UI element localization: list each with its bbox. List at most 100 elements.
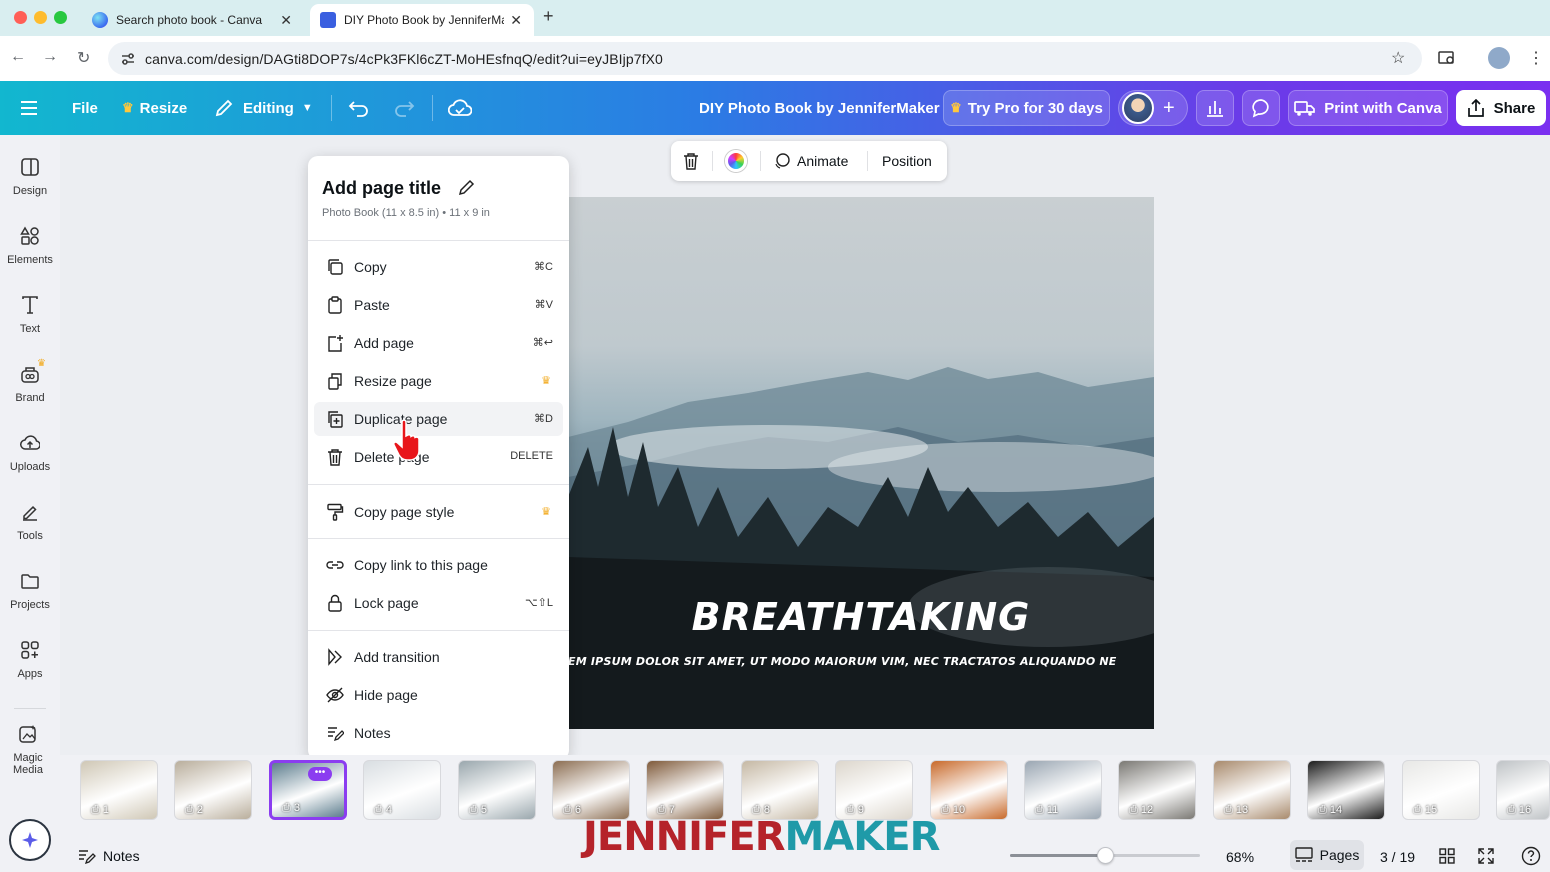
menu-item-resize-page[interactable]: Resize page ♛ <box>314 364 563 398</box>
browser-menu-icon[interactable]: ⋮ <box>1528 48 1544 68</box>
animate-button[interactable]: Animate <box>773 141 848 181</box>
menu-label: Notes <box>354 725 391 741</box>
undo-button[interactable] <box>348 81 370 135</box>
page-thumbnail[interactable]: ⎙ 3 ••• <box>269 760 347 820</box>
close-tab-icon[interactable]: ✕ <box>280 12 292 29</box>
menu-item-paste[interactable]: Paste ⌘V <box>314 288 563 322</box>
sidebar-item-elements[interactable]: Elements <box>0 226 60 266</box>
file-menu-button[interactable]: File <box>72 81 98 135</box>
new-tab-icon[interactable]: + <box>543 6 554 27</box>
comments-button[interactable] <box>1242 90 1280 126</box>
main-menu-button[interactable] <box>20 81 38 135</box>
grid-view-icon[interactable] <box>1439 848 1455 864</box>
sidebar-label: Uploads <box>9 461 51 473</box>
resize-label: Resize <box>139 99 188 117</box>
zoom-slider-track[interactable] <box>1010 847 1200 864</box>
resize-button[interactable]: ♛ Resize <box>122 81 187 135</box>
sidebar-item-projects[interactable]: Projects <box>0 571 60 611</box>
menu-item-add-transition[interactable]: Add transition <box>314 640 563 674</box>
page-thumbnail[interactable]: ⎙ 5 <box>458 760 536 820</box>
page-thumbnail[interactable]: ⎙ 16 <box>1496 760 1550 820</box>
canva-doc-favicon-icon <box>320 12 336 28</box>
menu-item-notes[interactable]: Notes <box>314 716 563 750</box>
menu-item-lock-page[interactable]: Lock page ⌥⇧L <box>314 586 563 620</box>
close-window-dot[interactable] <box>14 11 27 24</box>
page-thumbnail[interactable]: ⎙ 15 <box>1402 760 1480 820</box>
zoom-slider-handle[interactable] <box>1097 847 1115 864</box>
zoom-percentage[interactable]: 68% <box>1226 849 1254 865</box>
add-collaborator-icon[interactable]: + <box>1163 97 1175 120</box>
page-thumbnail[interactable]: ⎙ 1 <box>80 760 158 820</box>
document-title[interactable]: DIY Photo Book by JenniferMaker <box>699 81 940 135</box>
trash-icon[interactable] <box>683 152 699 170</box>
menu-item-add-page[interactable]: Add page ⌘↩ <box>314 326 563 360</box>
divider <box>867 151 868 171</box>
site-settings-icon[interactable] <box>120 51 136 67</box>
magic-assistant-button[interactable] <box>9 819 51 861</box>
fullscreen-icon[interactable] <box>1478 848 1494 864</box>
menu-item-delete-page[interactable]: Delete page DELETE <box>314 440 563 474</box>
pages-view-button[interactable]: Pages <box>1290 840 1364 870</box>
sidebar-item-apps[interactable]: Apps <box>0 640 60 680</box>
minimize-window-dot[interactable] <box>34 11 47 24</box>
canvas-headline-text[interactable]: BREATHTAKING <box>568 595 1154 639</box>
bookmark-star-icon[interactable]: ☆ <box>1391 48 1405 68</box>
canvas-body-text[interactable]: EM IPSUM DOLOR SIT AMET, UT MODO MAIORUM… <box>568 655 1117 668</box>
shortcut-hint: ⌘V <box>534 299 553 311</box>
edit-pencil-icon[interactable] <box>458 178 476 196</box>
try-pro-label: Try Pro for 30 days <box>967 99 1103 117</box>
sidebar-item-magic-media[interactable]: Magic Media <box>0 724 58 776</box>
divider <box>432 95 433 121</box>
insights-button[interactable] <box>1196 90 1234 126</box>
browser-address-bar: ← → ↻ canva.com/design/DAGti8DOP7s/4cPk3… <box>0 36 1550 81</box>
sidebar-item-tools[interactable]: Tools <box>0 502 60 542</box>
page-thumbnail[interactable]: ⎙ 12 <box>1118 760 1196 820</box>
url-field[interactable]: canva.com/design/DAGti8DOP7s/4cPk3FKl6cZ… <box>108 42 1422 75</box>
profile-avatar[interactable] <box>1488 47 1510 69</box>
page-title-field[interactable]: Add page title <box>322 178 476 199</box>
notes-button[interactable]: Notes <box>78 848 140 864</box>
position-button[interactable]: Position <box>882 153 932 169</box>
menu-item-copy-link[interactable]: Copy link to this page <box>314 548 563 582</box>
editing-mode-button[interactable]: Editing ▼ <box>214 81 313 135</box>
page-thumbnail[interactable]: ⎙ 14 <box>1307 760 1385 820</box>
add-page-icon <box>328 335 343 352</box>
tab-search-icon[interactable] <box>1438 50 1456 66</box>
try-pro-button[interactable]: ♛ Try Pro for 30 days <box>943 90 1110 126</box>
print-with-canva-button[interactable]: Print with Canva <box>1288 90 1448 126</box>
page-thumbnail[interactable]: ⎙ 7 <box>646 760 724 820</box>
sidebar-item-design[interactable]: Design <box>0 157 60 197</box>
page-thumbnail[interactable]: ⎙ 8 <box>741 760 819 820</box>
page-thumbnail[interactable]: ⎙ 13 <box>1213 760 1291 820</box>
more-options-icon[interactable]: ••• <box>308 767 332 781</box>
canva-favicon-icon <box>92 12 108 28</box>
sidebar-item-uploads[interactable]: Uploads <box>0 433 60 473</box>
page-thumbnail[interactable]: ⎙ 4 <box>363 760 441 820</box>
share-button[interactable]: Share <box>1456 90 1546 126</box>
design-page-canvas[interactable]: BREATHTAKING EM IPSUM DOLOR SIT AMET, UT… <box>568 197 1154 729</box>
user-avatar[interactable] <box>1122 92 1154 124</box>
reload-icon[interactable]: ↻ <box>77 48 90 68</box>
close-tab-icon[interactable]: ✕ <box>510 12 522 29</box>
forward-arrow-icon[interactable]: → <box>42 48 58 66</box>
redo-button[interactable] <box>393 81 415 135</box>
menu-item-duplicate-page[interactable]: Duplicate page ⌘D <box>314 402 563 436</box>
sidebar-item-text[interactable]: Text <box>0 295 60 335</box>
sidebar-item-brand[interactable]: ♛ Brand <box>0 358 60 404</box>
page-thumbnail[interactable]: ⎙ 2 <box>174 760 252 820</box>
color-picker-icon[interactable] <box>725 150 747 172</box>
maximize-window-dot[interactable] <box>54 11 67 24</box>
page-thumbnail[interactable]: ⎙ 6 <box>552 760 630 820</box>
page-thumbnail[interactable]: ⎙ 10 <box>930 760 1008 820</box>
back-arrow-icon[interactable]: ← <box>10 48 26 66</box>
page-thumbnail[interactable]: ⎙ 11 <box>1024 760 1102 820</box>
page-thumbnail[interactable]: ⎙ 9 <box>835 760 913 820</box>
duplicate-icon <box>328 411 343 428</box>
browser-tab-design[interactable]: DIY Photo Book by JenniferMaker ✕ <box>310 4 534 36</box>
save-status-button[interactable] <box>448 81 472 135</box>
help-icon[interactable] <box>1521 846 1541 866</box>
menu-item-hide-page[interactable]: Hide page <box>314 678 563 712</box>
menu-item-copy[interactable]: Copy ⌘C <box>314 250 563 284</box>
browser-tab-search[interactable]: Search photo book - Canva ✕ <box>82 4 304 36</box>
menu-item-copy-page-style[interactable]: Copy page style ♛ <box>314 495 563 529</box>
